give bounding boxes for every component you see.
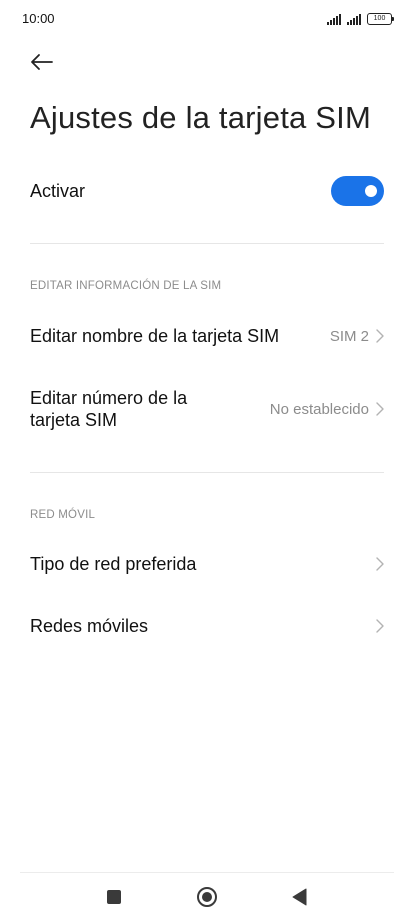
nav-back-button[interactable] xyxy=(287,885,311,909)
section-header-sim-info: EDITAR INFORMACIÓN DE LA SIM xyxy=(30,280,222,292)
chevron-right-icon xyxy=(376,402,384,416)
edit-sim-name-value-group: SIM 2 xyxy=(330,328,384,345)
edit-sim-number-value: No establecido xyxy=(269,400,369,418)
mobile-networks-label: Redes móviles xyxy=(30,616,149,636)
home-button[interactable] xyxy=(195,885,219,909)
activate-row[interactable]: Activar xyxy=(30,174,384,208)
divider xyxy=(30,243,384,244)
mobile-networks-row[interactable]: Redes móviles xyxy=(30,612,384,640)
status-time: 10:00 xyxy=(22,11,55,26)
battery-icon: 100 xyxy=(367,13,394,25)
back-button[interactable] xyxy=(28,48,56,76)
chevron-right-icon xyxy=(376,329,384,343)
status-bar: 10:00 100 xyxy=(0,0,414,38)
edit-sim-number-label-line2: tarjeta SIM xyxy=(30,410,118,430)
preferred-network-type-label: Tipo de red preferida xyxy=(30,554,197,574)
signal-2-icon xyxy=(347,13,362,25)
circle-icon xyxy=(197,887,217,907)
edit-sim-number-label-line1: Editar número de la xyxy=(30,388,188,408)
square-icon xyxy=(107,890,121,904)
triangle-left-icon xyxy=(292,888,307,906)
preferred-network-type-row[interactable]: Tipo de red preferida xyxy=(30,550,384,578)
chevron-right-icon xyxy=(376,619,384,633)
divider xyxy=(30,472,384,473)
activate-toggle[interactable] xyxy=(331,176,384,206)
edit-sim-name-label: Editar nombre de la tarjeta SIM xyxy=(30,326,280,346)
toggle-knob xyxy=(365,185,377,197)
navigation-bar xyxy=(20,872,394,921)
section-header-mobile-network: RED MÓVIL xyxy=(30,509,96,521)
edit-sim-name-value: SIM 2 xyxy=(329,327,369,345)
preferred-network-type-value-group xyxy=(376,557,384,571)
chevron-right-icon xyxy=(376,557,384,571)
mobile-networks-value-group xyxy=(376,619,384,633)
arrow-left-icon xyxy=(31,54,53,70)
edit-sim-number-label: Editar número de la tarjeta SIM xyxy=(30,387,187,431)
recent-apps-button[interactable] xyxy=(102,885,126,909)
status-icons: 100 xyxy=(327,11,394,27)
edit-sim-number-row[interactable]: Editar número de la tarjeta SIM No estab… xyxy=(30,386,384,432)
signal-1-icon xyxy=(327,13,342,25)
edit-sim-number-value-group: No establecido xyxy=(270,401,384,418)
page-title: Ajustes de la tarjeta SIM xyxy=(30,100,371,135)
edit-sim-name-row[interactable]: Editar nombre de la tarjeta SIM SIM 2 xyxy=(30,322,384,350)
activate-label: Activar xyxy=(30,181,86,201)
